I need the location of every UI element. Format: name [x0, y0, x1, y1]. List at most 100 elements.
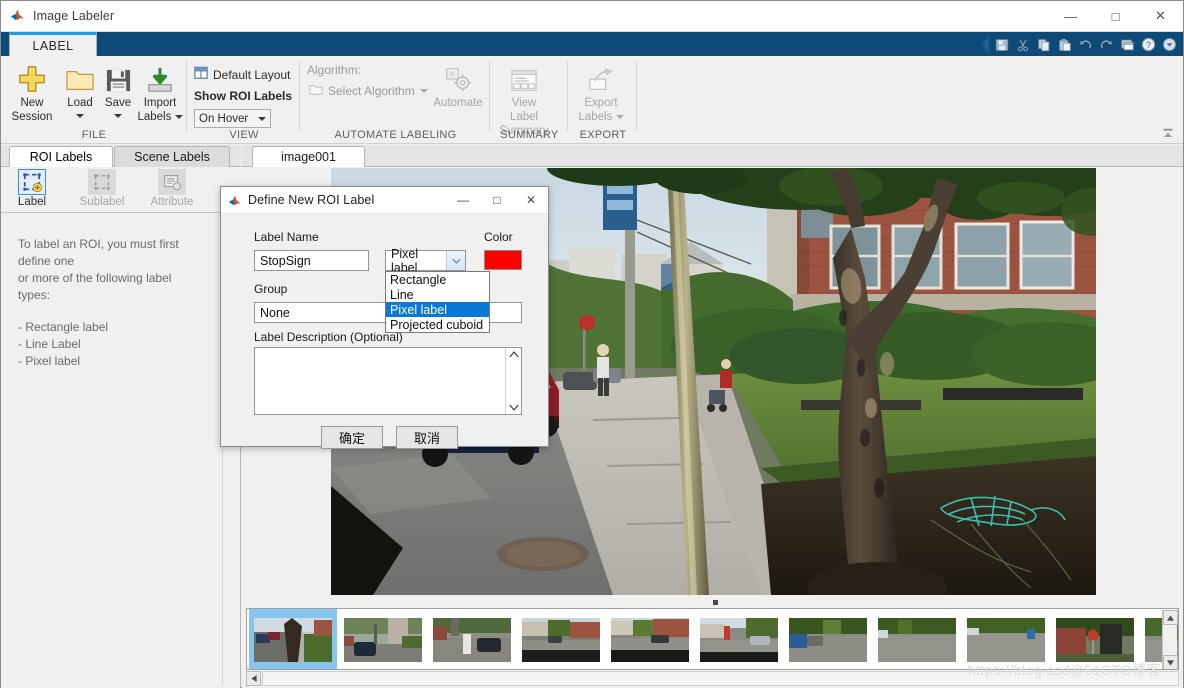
dialog-title-bar: Define New ROI Label — □ ✕: [221, 187, 548, 214]
ribbon-group-title-summary: SUMMARY: [500, 129, 559, 141]
show-roi-labels-value: On Hover: [199, 112, 249, 125]
load-label: Load: [67, 97, 93, 109]
view-label-summary-button[interactable]: View Label Summary: [497, 60, 551, 138]
roi-type-option-rectangle[interactable]: Rectangle: [386, 272, 489, 287]
label-name-input[interactable]: StopSign: [254, 250, 369, 271]
new-session-button[interactable]: New Session: [5, 60, 59, 124]
import-labels-button[interactable]: Import Labels: [129, 60, 191, 124]
description-scrollbar[interactable]: [505, 348, 521, 414]
export-labels-button[interactable]: Export Labels: [574, 60, 628, 124]
save-icon[interactable]: [992, 35, 1011, 54]
show-roi-labels-label: Show ROI Labels: [194, 89, 293, 103]
sublabel-tool-label: Sublabel: [79, 196, 125, 208]
layout-icon[interactable]: [1118, 35, 1137, 54]
new-session-line2: Session: [11, 111, 53, 123]
thumbnail-image: [789, 618, 867, 662]
ribbon-group-view: Default Layout Show ROI Labels On Hover …: [188, 56, 300, 144]
sublabel-tool-button[interactable]: Sublabel: [71, 169, 133, 208]
maximize-button[interactable]: □: [1093, 1, 1138, 32]
automate-button[interactable]: Automate: [431, 60, 485, 110]
window-controls: — □ ✕: [1048, 1, 1183, 32]
export-labels-text: Labels: [578, 111, 613, 123]
scroll-left-button[interactable]: [246, 671, 261, 686]
dialog-maximize-button[interactable]: □: [480, 187, 514, 214]
thumbnail-image: [967, 618, 1045, 662]
dialog-minimize-button[interactable]: —: [446, 187, 480, 214]
tab-roi-labels[interactable]: ROI Labels: [9, 146, 113, 167]
thumbnail-item[interactable]: [1051, 609, 1139, 669]
sublabel-icon: [88, 169, 116, 195]
paste-icon[interactable]: [1055, 35, 1074, 54]
ribbon-separator-4: [567, 61, 568, 131]
roi-type-select[interactable]: Pixel label: [385, 247, 466, 275]
label-tool-button[interactable]: Label: [1, 169, 63, 208]
tab-label[interactable]: LABEL: [9, 32, 97, 56]
select-algorithm-button[interactable]: Select Algorithm: [309, 83, 428, 99]
thumbnail-vertical-scrollbar[interactable]: [1162, 610, 1178, 669]
color-swatch-button[interactable]: [484, 250, 522, 270]
thumbnail-item[interactable]: [428, 609, 516, 669]
more-icon[interactable]: [1160, 35, 1179, 54]
algorithm-caption: Algorithm:: [307, 63, 362, 77]
help-icon[interactable]: ?: [1139, 35, 1158, 54]
chevron-down-icon[interactable]: [446, 251, 465, 270]
redo-icon[interactable]: [1097, 35, 1116, 54]
left-panel-tabs: ROI Labels Scene Labels: [1, 145, 241, 167]
attribute-tool-button[interactable]: Attribute: [141, 169, 203, 208]
thumbnail-strip[interactable]: [246, 608, 1179, 670]
description-textarea[interactable]: [254, 347, 522, 415]
thumbnail-item[interactable]: [962, 609, 1050, 669]
thumbnail-item[interactable]: [784, 609, 872, 669]
bottom-scrollbar[interactable]: [246, 671, 1179, 686]
show-roi-labels-chevron-down-icon[interactable]: [258, 116, 266, 121]
close-button[interactable]: ✕: [1138, 1, 1183, 32]
scroll-track[interactable]: [262, 671, 1179, 686]
roi-hint-line1: To label an ROI, you must first define o…: [18, 237, 179, 268]
label-name-value: StopSign: [260, 253, 311, 268]
tab-scene-labels[interactable]: Scene Labels: [114, 146, 230, 167]
save-label: Save: [104, 97, 132, 109]
left-panel: ROI Labels Scene Labels Label Sublabel A…: [1, 145, 241, 688]
ribbon-separator-3: [489, 61, 490, 131]
thumbnail-item[interactable]: [249, 609, 337, 669]
plus-icon: [17, 60, 47, 94]
panel-splitter[interactable]: [246, 595, 1179, 608]
roi-type-option-line[interactable]: Line: [386, 287, 489, 302]
undo-icon[interactable]: [1076, 35, 1095, 54]
thumbnail-item[interactable]: [606, 609, 694, 669]
select-algorithm-chevron-down-icon[interactable]: [419, 89, 428, 93]
ribbon-group-automate: Algorithm: Select Algorithm Automate AUT…: [301, 56, 490, 144]
thumbnail-scroll-up-button[interactable]: [1163, 610, 1178, 625]
thumbnail-scroll-down-button[interactable]: [1163, 655, 1178, 669]
export-icon: [587, 60, 615, 94]
collapse-ribbon-button[interactable]: [1159, 125, 1177, 141]
grid-layout-icon: [194, 66, 208, 83]
roi-type-option-pixel-label[interactable]: Pixel label: [386, 302, 489, 317]
group-caption: Group: [254, 282, 288, 296]
thumbnail-item[interactable]: [339, 609, 427, 669]
roi-type-dropdown-list[interactable]: Rectangle Line Pixel label Projected cub…: [385, 271, 490, 333]
thumbnail-item[interactable]: [517, 609, 605, 669]
group-value: None: [260, 305, 290, 320]
minimize-button[interactable]: —: [1048, 1, 1093, 32]
import-labels-chevron-down-icon[interactable]: [174, 114, 183, 119]
roi-type-option-projected-cuboid[interactable]: Projected cuboid: [386, 317, 489, 332]
default-layout-button[interactable]: Default Layout: [194, 66, 290, 83]
thumbnail-image: [254, 618, 332, 662]
load-chevron-down-icon[interactable]: [76, 114, 84, 118]
ok-button[interactable]: 确定: [321, 426, 383, 449]
splitter-knob[interactable]: [712, 600, 718, 605]
thumbnail-item[interactable]: [873, 609, 961, 669]
thumbnail-image: [433, 618, 511, 662]
thumbnail-item[interactable]: [695, 609, 783, 669]
copy-icon[interactable]: [1034, 35, 1053, 54]
cancel-button[interactable]: 取消: [396, 426, 458, 449]
tab-image001[interactable]: image001: [252, 146, 365, 167]
show-roi-labels-select[interactable]: On Hover: [194, 109, 271, 128]
export-labels-chevron-down-icon[interactable]: [615, 114, 624, 119]
dialog-close-button[interactable]: ✕: [514, 187, 548, 214]
save-chevron-down-icon[interactable]: [114, 114, 122, 118]
cut-icon[interactable]: [1013, 35, 1032, 54]
tab-scene-labels-label: Scene Labels: [134, 150, 210, 164]
image-tab-bar: image001: [242, 145, 1183, 167]
